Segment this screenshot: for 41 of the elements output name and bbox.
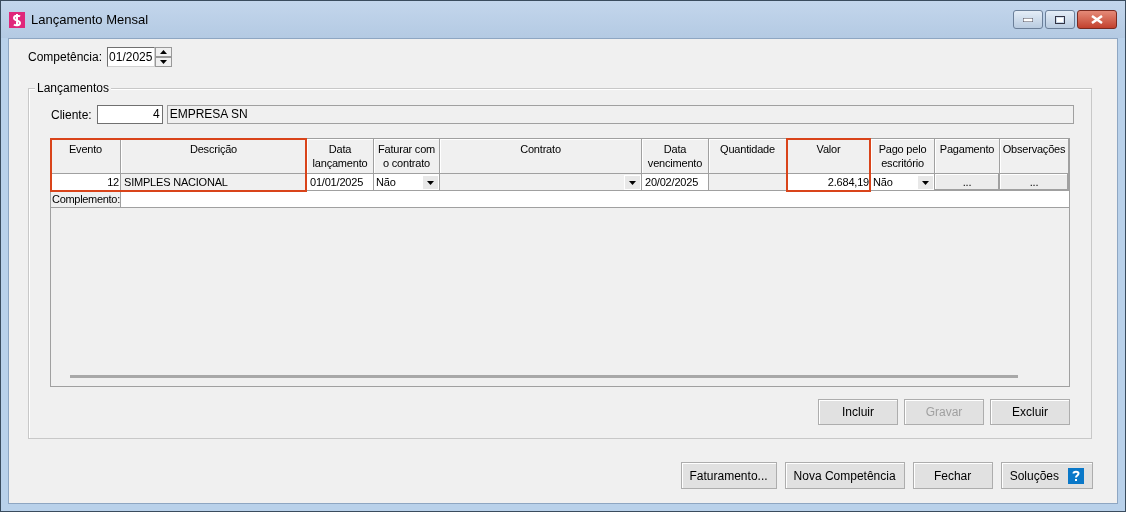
minimize-icon <box>1023 17 1033 22</box>
column-header[interactable]: Faturar com o contrato <box>374 139 440 174</box>
dropdown[interactable]: Não <box>871 174 935 191</box>
column-header[interactable]: Evento <box>51 139 121 174</box>
column-header[interactable]: Observações <box>1000 139 1069 174</box>
complement-field[interactable] <box>121 191 1069 207</box>
field-label: Competência: <box>28 49 103 66</box>
spinner[interactable] <box>155 47 173 67</box>
close-button[interactable] <box>1077 10 1117 29</box>
dropdown[interactable] <box>440 174 642 191</box>
ellipsis-button[interactable]: ... <box>935 174 1000 191</box>
action-button[interactable]: Fechar <box>912 462 993 489</box>
help-icon <box>1068 467 1084 484</box>
action-button[interactable]: Excluir <box>990 399 1070 425</box>
competence-field[interactable]: 01/2025 <box>107 47 156 67</box>
column-header[interactable]: Contrato <box>440 139 642 174</box>
column-header[interactable]: Quantidade <box>709 139 787 174</box>
maximize-icon <box>1055 15 1065 24</box>
column-header[interactable]: Data lançamento <box>307 139 374 174</box>
client-name-field: EMPRESA SN <box>166 105 1074 124</box>
column-header[interactable]: Descrição <box>121 139 307 174</box>
action-button[interactable]: Faturamento... <box>680 462 777 489</box>
column-header[interactable]: Pago pelo escritório <box>871 139 935 174</box>
window-title: Lançamento Mensal <box>31 10 149 29</box>
close-icon <box>1091 15 1103 24</box>
action-button[interactable]: Incluir <box>818 399 898 425</box>
column-header[interactable]: Data vencimento <box>642 139 709 174</box>
dropdown[interactable]: Não <box>374 174 440 191</box>
action-button[interactable]: Soluções <box>1000 462 1093 489</box>
group-title: Lançamentos <box>35 81 112 95</box>
app-logo-icon <box>9 11 25 28</box>
action-button[interactable]: Nova Competência <box>784 462 905 489</box>
horizontal-scrollbar[interactable] <box>70 375 1018 378</box>
table-cell: 20/02/2025 <box>642 174 709 191</box>
ellipsis-button[interactable]: ... <box>1000 174 1069 191</box>
maximize-button[interactable] <box>1045 10 1075 29</box>
column-header[interactable]: Pagamento <box>935 139 1000 174</box>
minimize-button[interactable] <box>1013 10 1043 29</box>
client-code-field[interactable]: 4 <box>96 105 163 124</box>
table-cell: 01/01/2025 <box>307 174 374 191</box>
field-label: Cliente: <box>51 106 92 124</box>
